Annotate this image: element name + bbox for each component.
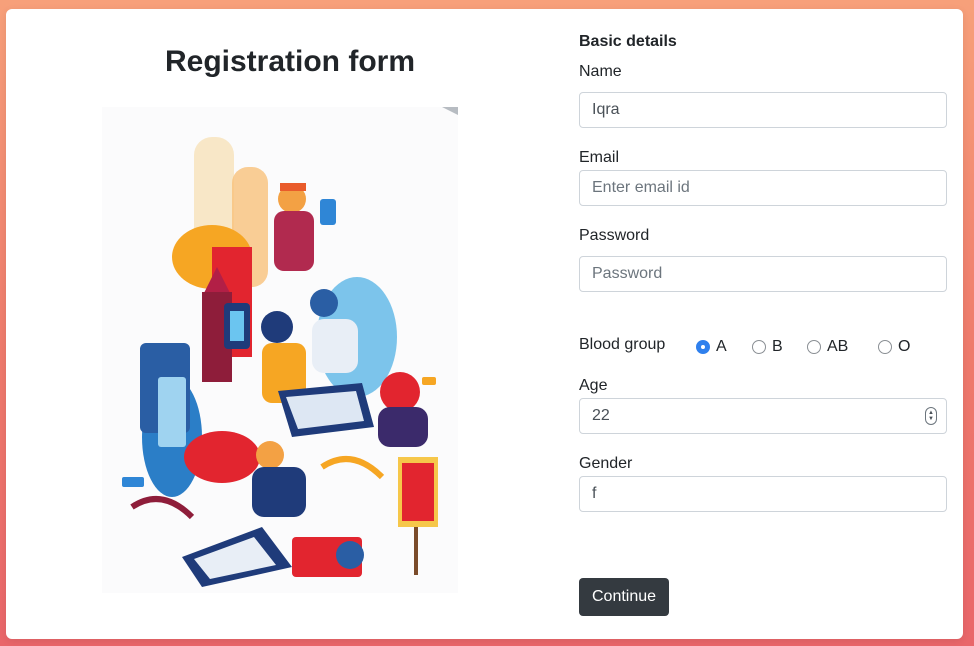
registration-card: Registration form Basic details Name Iqr… (6, 9, 963, 639)
email-label: Email (579, 149, 620, 166)
gender-field[interactable] (579, 476, 947, 512)
radio-unchecked-icon[interactable] (807, 340, 821, 354)
name-field[interactable] (579, 92, 947, 128)
gender-label: Gender (579, 455, 633, 472)
number-spinner-icon[interactable]: ▲ ▼ (925, 407, 937, 425)
age-label: Age (579, 377, 608, 394)
blood-group-option-b[interactable]: B (752, 337, 783, 357)
blood-group-option-label: AB (827, 338, 849, 355)
registration-illustration (102, 107, 458, 593)
blood-group-label: Blood group (579, 336, 666, 353)
section-heading: Basic details (579, 33, 677, 50)
blood-group-option-label: B (772, 338, 783, 355)
page-title: Registration form (164, 45, 416, 78)
radio-checked-icon[interactable] (696, 340, 710, 354)
radio-unchecked-icon[interactable] (878, 340, 892, 354)
blood-group-option-label: A (716, 338, 727, 355)
continue-button[interactable]: Continue (579, 578, 670, 616)
password-label: Password (579, 227, 650, 244)
name-label: Name (579, 63, 622, 80)
password-field[interactable] (579, 256, 947, 292)
blood-group-option-a[interactable]: A (696, 337, 727, 357)
blood-group-row: Blood group A B AB O (579, 335, 949, 357)
email-field[interactable] (579, 170, 947, 206)
blood-group-option-ab[interactable]: AB (807, 337, 848, 357)
registration-form: Basic details Name Email Password Blood … (579, 9, 959, 639)
radio-unchecked-icon[interactable] (752, 340, 766, 354)
age-field-wrapper: ▲▼ (579, 398, 947, 434)
blood-group-option-o[interactable]: O (878, 337, 910, 357)
age-field[interactable] (579, 398, 947, 434)
blood-group-option-label: O (898, 338, 911, 355)
